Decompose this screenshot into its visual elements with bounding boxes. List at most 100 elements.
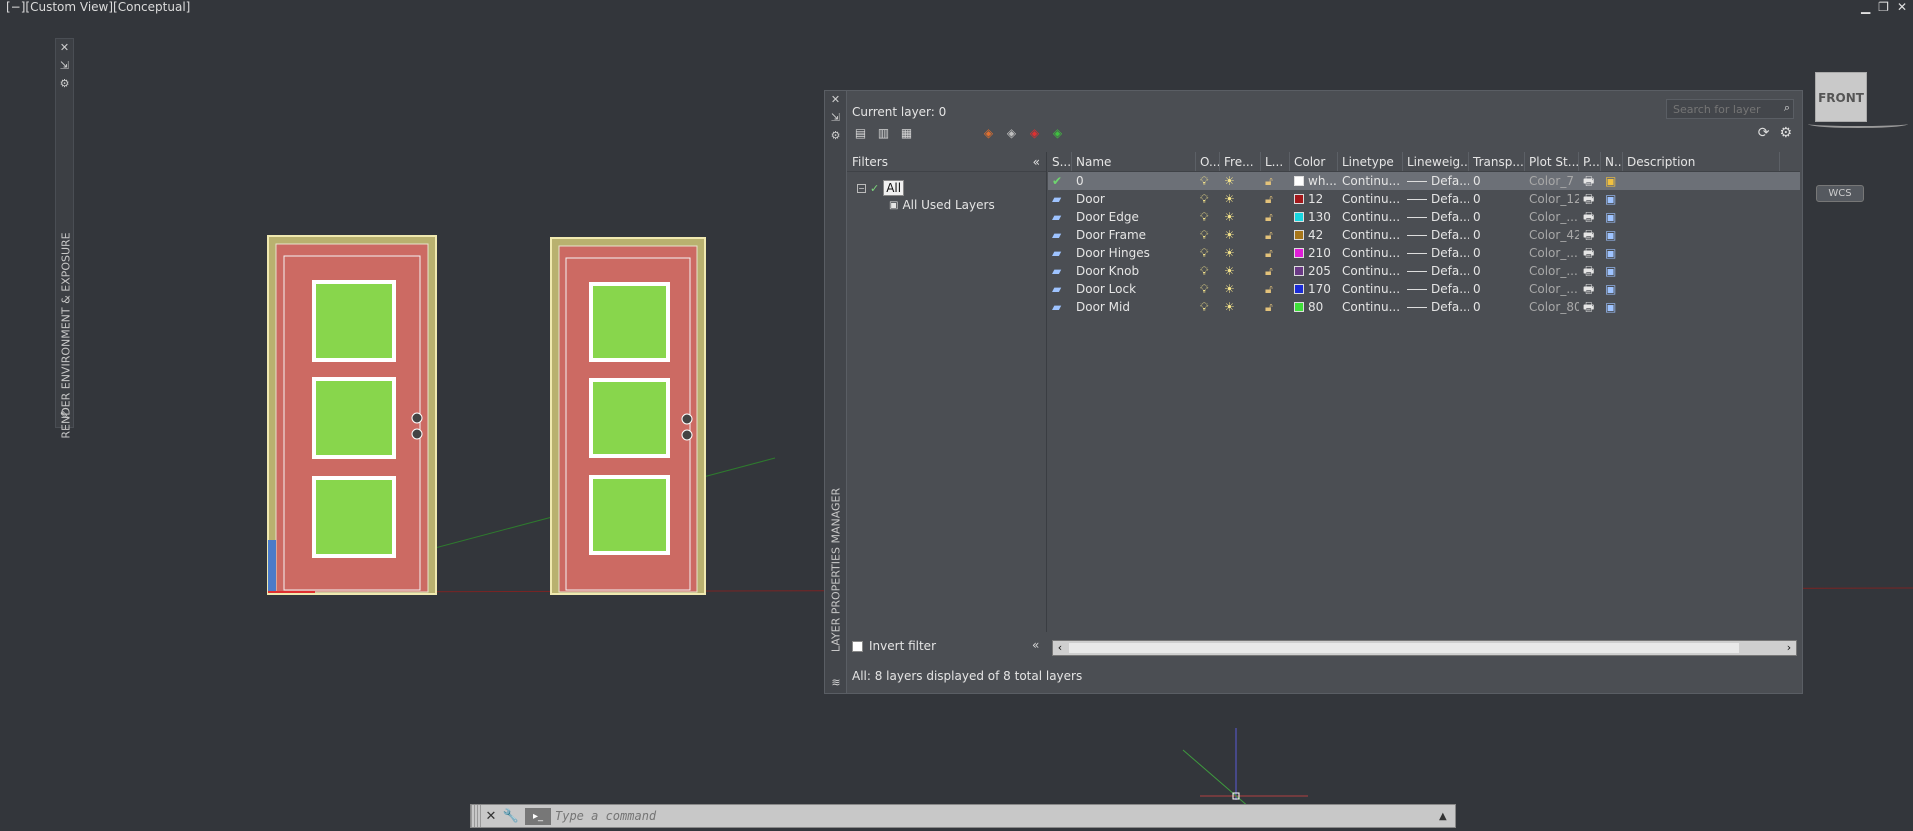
- col-lock[interactable]: L...: [1261, 152, 1290, 171]
- sun-icon[interactable]: ☀: [1220, 226, 1261, 244]
- layer-icon[interactable]: ▰: [1048, 280, 1072, 298]
- sun-icon[interactable]: ☀: [1220, 280, 1261, 298]
- layer-name[interactable]: Door: [1072, 190, 1196, 208]
- collapse-filters-icon[interactable]: «: [1032, 638, 1039, 652]
- layer-color[interactable]: wh...: [1290, 172, 1338, 190]
- collapse-filters-icon[interactable]: «: [1033, 152, 1040, 172]
- layer-color[interactable]: 130: [1290, 208, 1338, 226]
- layer-plot-style[interactable]: Color_...: [1525, 244, 1579, 262]
- layer-icon[interactable]: ▰: [1048, 226, 1072, 244]
- layer-icon[interactable]: ▰: [1048, 190, 1072, 208]
- current-layer-check-icon[interactable]: ✔: [1048, 172, 1072, 190]
- delete-layer-icon[interactable]: ◈: [1026, 125, 1043, 142]
- layer-color[interactable]: 12: [1290, 190, 1338, 208]
- layer-linetype[interactable]: Continu...: [1338, 208, 1403, 226]
- autohide-icon[interactable]: ⇲: [825, 109, 846, 127]
- layer-name[interactable]: Door Edge: [1072, 208, 1196, 226]
- layer-lineweight[interactable]: Defa...: [1403, 244, 1469, 262]
- new-layer-vp-frozen-icon[interactable]: ◈: [1003, 125, 1020, 142]
- horizontal-scrollbar[interactable]: ‹ ›: [1052, 640, 1797, 656]
- viewcube-compass[interactable]: [1808, 120, 1908, 128]
- wrench-icon[interactable]: 🔧: [501, 809, 521, 824]
- lightbulb-icon[interactable]: 💡︎: [1196, 226, 1220, 244]
- wcs-menu[interactable]: WCS: [1816, 185, 1864, 202]
- new-group-filter-icon[interactable]: ▥: [875, 125, 892, 142]
- col-status[interactable]: S...: [1048, 152, 1072, 171]
- col-lineweight[interactable]: Lineweig...: [1403, 152, 1469, 171]
- door-1[interactable]: [267, 235, 437, 595]
- search-icon[interactable]: ⌕: [1784, 101, 1790, 115]
- close-icon[interactable]: ✕: [481, 809, 501, 824]
- scroll-left-icon[interactable]: ‹: [1053, 641, 1067, 655]
- layer-name[interactable]: Door Hinges: [1072, 244, 1196, 262]
- unlock-icon[interactable]: 🔓︎: [1261, 262, 1290, 280]
- layer-description[interactable]: [1623, 190, 1780, 208]
- col-freeze[interactable]: Fre...: [1220, 152, 1261, 171]
- sun-icon[interactable]: ☀: [1220, 190, 1261, 208]
- layer-row[interactable]: ▰ Door Knob 💡︎ ☀ 🔓︎ 205 Continu... Defa... 0 Colo…: [1048, 262, 1800, 280]
- layer-transparency[interactable]: 0: [1469, 208, 1525, 226]
- lightbulb-icon[interactable]: 💡︎: [1196, 280, 1220, 298]
- filter-tree-used-layers[interactable]: ▣ All Used Layers: [889, 198, 995, 212]
- layer-plot-style[interactable]: Color_80: [1525, 298, 1579, 316]
- vp-freeze-icon[interactable]: ▣: [1601, 280, 1623, 298]
- layer-linetype[interactable]: Continu...: [1338, 262, 1403, 280]
- layer-transparency[interactable]: 0: [1469, 262, 1525, 280]
- printer-icon[interactable]: 🖶︎: [1579, 280, 1601, 298]
- invert-filter-checkbox[interactable]: Invert filter: [852, 639, 936, 653]
- layer-description[interactable]: [1623, 280, 1780, 298]
- new-layer-icon[interactable]: ◈: [980, 125, 997, 142]
- vp-freeze-icon[interactable]: ▣: [1601, 262, 1623, 280]
- layer-name[interactable]: Door Lock: [1072, 280, 1196, 298]
- unlock-icon[interactable]: 🔓︎: [1261, 190, 1290, 208]
- search-layer-input[interactable]: [1666, 99, 1794, 119]
- layer-color[interactable]: 42: [1290, 226, 1338, 244]
- layer-description[interactable]: [1623, 226, 1780, 244]
- layer-lineweight[interactable]: Defa...: [1403, 172, 1469, 190]
- layer-icon[interactable]: ▰: [1048, 298, 1072, 316]
- color-swatch[interactable]: [1294, 194, 1304, 204]
- sun-icon[interactable]: ☀: [1220, 244, 1261, 262]
- layer-row[interactable]: ▰ Door Mid 💡︎ ☀ 🔓︎ 80 Continu... Defa... 0 Color_…: [1048, 298, 1800, 316]
- layer-description[interactable]: [1623, 208, 1780, 226]
- vp-freeze-icon[interactable]: ▣: [1601, 244, 1623, 262]
- layer-description[interactable]: [1623, 298, 1780, 316]
- layer-icon[interactable]: ▰: [1048, 244, 1072, 262]
- printer-icon[interactable]: 🖶︎: [1579, 262, 1601, 280]
- printer-icon[interactable]: 🖶︎: [1579, 244, 1601, 262]
- unlock-icon[interactable]: 🔓︎: [1261, 172, 1290, 190]
- layer-lineweight[interactable]: Defa...: [1403, 280, 1469, 298]
- layer-color[interactable]: 80: [1290, 298, 1338, 316]
- filter-all-label[interactable]: All: [883, 180, 905, 196]
- printer-icon[interactable]: 🖶︎: [1579, 208, 1601, 226]
- layer-name[interactable]: Door Knob: [1072, 262, 1196, 280]
- color-swatch[interactable]: [1294, 266, 1304, 276]
- layer-lineweight[interactable]: Defa...: [1403, 262, 1469, 280]
- layer-description[interactable]: [1623, 262, 1780, 280]
- drag-handle[interactable]: [471, 805, 481, 827]
- door-2[interactable]: [550, 237, 706, 595]
- set-current-icon[interactable]: ◈: [1049, 125, 1066, 142]
- col-color[interactable]: Color: [1290, 152, 1338, 171]
- lightbulb-icon[interactable]: 💡︎: [1196, 262, 1220, 280]
- layer-icon[interactable]: ▰: [1048, 208, 1072, 226]
- tree-collapse-icon[interactable]: −: [857, 183, 866, 193]
- col-plot-style[interactable]: Plot St...: [1525, 152, 1579, 171]
- command-input[interactable]: [555, 809, 1439, 823]
- layer-row[interactable]: ▰ Door Lock 💡︎ ☀ 🔓︎ 170 Continu... Defa... 0 Colo…: [1048, 280, 1800, 298]
- layer-color[interactable]: 210: [1290, 244, 1338, 262]
- scroll-thumb[interactable]: [1069, 643, 1739, 653]
- chevron-up-icon[interactable]: ▲: [1439, 811, 1455, 822]
- layer-icon[interactable]: ▰: [1048, 262, 1072, 280]
- layer-row[interactable]: ▰ Door Hinges 💡︎ ☀ 🔓︎ 210 Continu... Defa... 0 Co…: [1048, 244, 1800, 262]
- layer-linetype[interactable]: Continu...: [1338, 298, 1403, 316]
- layer-plot-style[interactable]: Color_42: [1525, 226, 1579, 244]
- lightbulb-icon[interactable]: 💡︎: [1196, 298, 1220, 316]
- sun-icon[interactable]: ☀: [1220, 298, 1261, 316]
- layer-lineweight[interactable]: Defa...: [1403, 298, 1469, 316]
- sun-icon[interactable]: ☀: [1220, 208, 1261, 226]
- unlock-icon[interactable]: 🔓︎: [1261, 226, 1290, 244]
- layer-linetype[interactable]: Continu...: [1338, 280, 1403, 298]
- printer-icon[interactable]: 🖶︎: [1579, 172, 1601, 190]
- col-transparency[interactable]: Transp...: [1469, 152, 1525, 171]
